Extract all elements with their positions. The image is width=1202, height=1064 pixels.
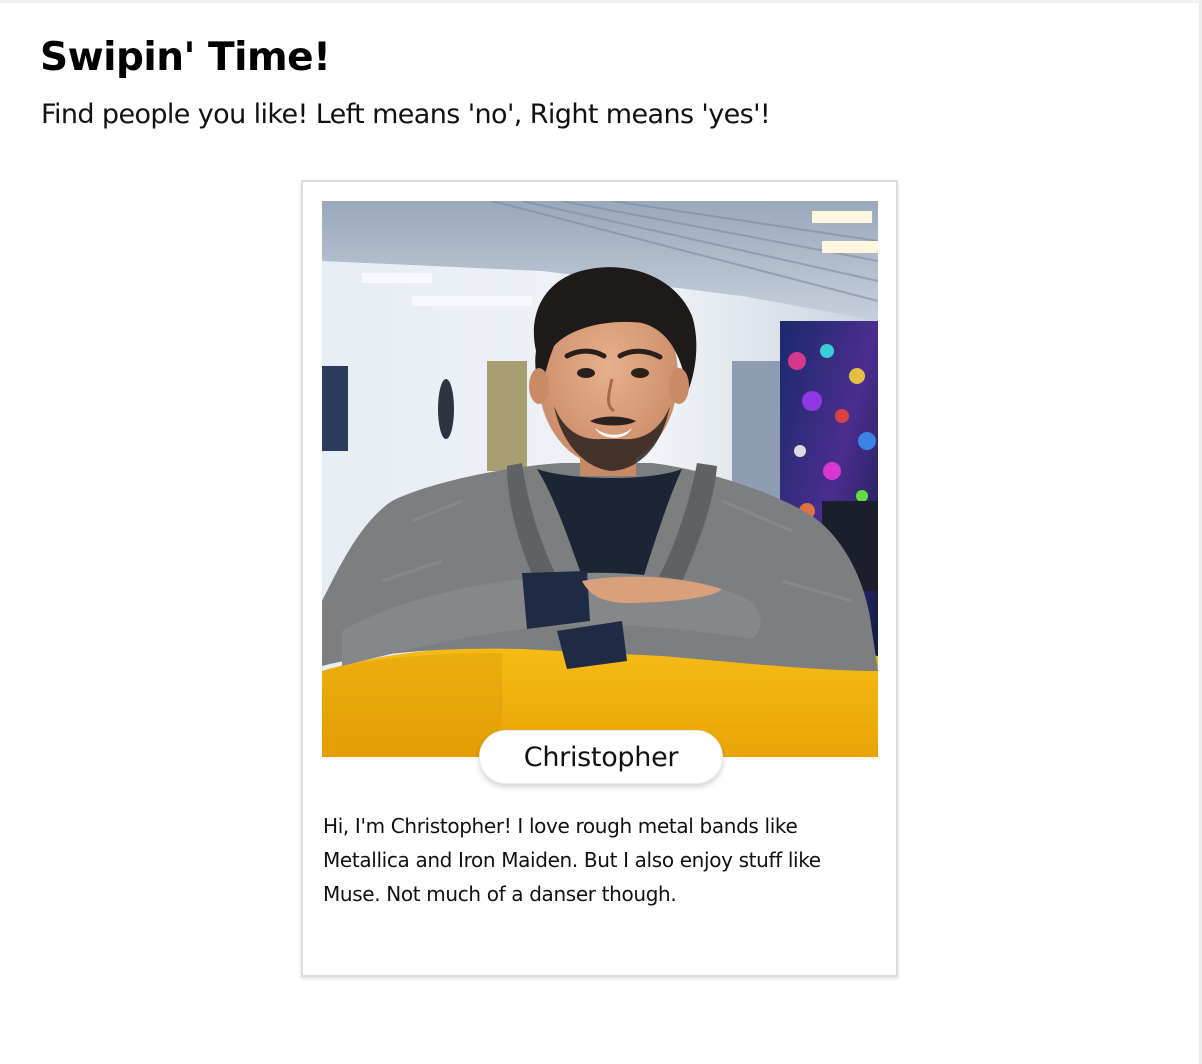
profile-name-badge: Christopher (479, 730, 723, 784)
profile-photo (322, 201, 878, 757)
profile-bio: Hi, I'm Christopher! I love rough metal … (323, 814, 821, 906)
page-subtitle: Find people you like! Left means 'no', R… (41, 99, 771, 130)
page-title: Swipin' Time! (40, 35, 331, 80)
swipe-page: Swipin' Time! Find people you like! Left… (0, 0, 1202, 1064)
profile-card[interactable]: Christopher Hi, I'm Christopher! I love … (301, 180, 898, 977)
